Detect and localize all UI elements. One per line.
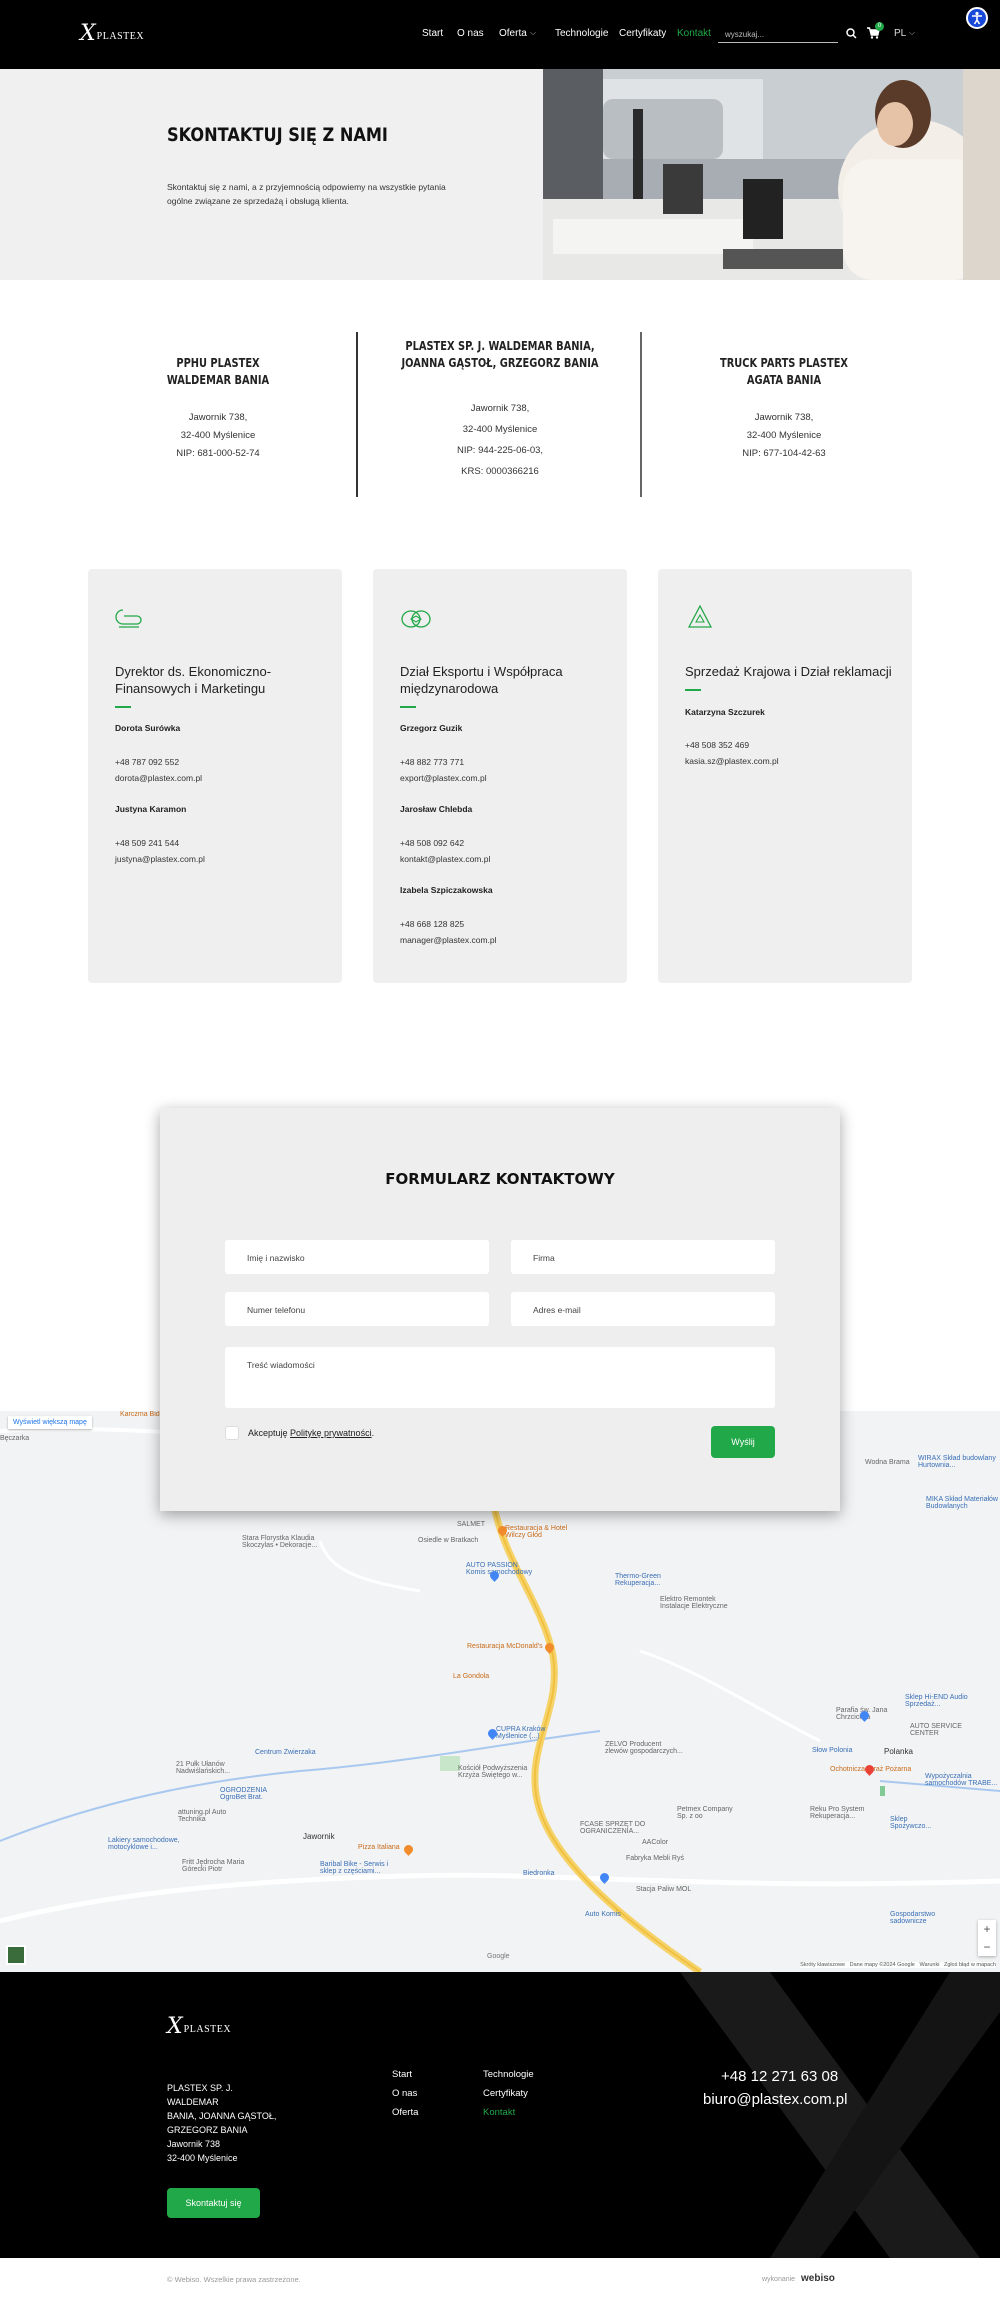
hero-section xyxy=(0,69,543,280)
contact-phone[interactable]: +48 787 092 552 xyxy=(115,757,179,767)
footer-phone[interactable]: +48 12 271 63 08 xyxy=(721,2068,838,2085)
hero-photo xyxy=(543,69,1000,280)
nav-oferta[interactable]: Oferta xyxy=(499,28,527,39)
accessibility-icon[interactable] xyxy=(966,7,988,29)
contact-name: Izabela Szpiczakowska xyxy=(400,885,493,895)
footer-email[interactable]: biuro@plastex.com.pl xyxy=(703,2091,847,2108)
made-by-label: wykonanie xyxy=(762,2276,796,2283)
footer-nav-technologie[interactable]: Technologie xyxy=(483,2069,534,2080)
contact-email[interactable]: kontakt@plastex.com.pl xyxy=(400,854,490,864)
footer-logo[interactable]: X PLASTEX xyxy=(167,2016,231,2038)
company-plastex-spj: PLASTEX SP. J. WALDEMAR BANIA, JOANNA GĄ… xyxy=(401,339,599,477)
footer-nav-certyfikaty[interactable]: Certyfikaty xyxy=(483,2088,528,2099)
map-satellite-toggle[interactable] xyxy=(6,1945,26,1965)
map-attribution: Skróty klawiszowe Dane mapy ©2024 Google… xyxy=(800,1962,996,1968)
contact-phone[interactable]: +48 882 773 771 xyxy=(400,757,464,767)
webiso-logo[interactable]: webiso xyxy=(801,2273,835,2284)
submit-button[interactable]: Wyślij xyxy=(711,1426,775,1458)
contact-cta-button[interactable]: Skontaktuj się xyxy=(167,2188,260,2218)
footer-x-watermark xyxy=(680,1972,1000,2258)
message-textarea[interactable]: Treść wiadomości xyxy=(225,1347,775,1408)
department-card-export: Dział Eksportu i Współpraca międzynarodow… xyxy=(373,569,627,983)
logo[interactable]: X PLASTEX xyxy=(80,23,144,45)
larger-map-link[interactable]: Wyświetl większą mapę xyxy=(8,1416,92,1429)
chevron-down-icon[interactable]: ⌵ xyxy=(530,28,536,38)
search-input[interactable]: wyszukaj... xyxy=(718,24,838,43)
contact-name: Jarosław Chlebda xyxy=(400,804,473,814)
handshake-icon xyxy=(401,610,431,628)
footer-nav-o-nas[interactable]: O nas xyxy=(392,2088,417,2099)
nav-o-nas[interactable]: O nas xyxy=(457,28,484,39)
title-underline xyxy=(400,706,416,708)
nav-start[interactable]: Start xyxy=(422,28,443,39)
site-footer: X PLASTEX PLASTEX SP. J. WALDEMAR BANIA, J… xyxy=(0,1972,1000,2258)
company-truck-parts: TRUCK PARTS PLASTEX AGATA BANIA Jawornik… xyxy=(719,356,849,459)
nav-technologie[interactable]: Technologie xyxy=(555,28,608,39)
company-pphu-plastex: PPHU PLASTEX WALDEMAR BANIA Jawornik 738… xyxy=(166,356,270,459)
footer-nav-kontakt[interactable]: Kontakt xyxy=(483,2107,515,2118)
contact-phone[interactable]: +48 508 352 469 xyxy=(685,740,749,750)
footer-address: PLASTEX SP. J. WALDEMAR BANIA, JOANNA GĄS… xyxy=(167,2083,277,2163)
email-input[interactable]: Adres e-mail xyxy=(511,1292,775,1326)
department-title: Sprzedaż Krajowa i Dział reklamacji xyxy=(685,664,892,679)
name-input[interactable]: Imię i nazwisko xyxy=(225,1240,489,1274)
contact-email[interactable]: justyna@plastex.com.pl xyxy=(115,854,205,864)
contact-name: Grzegorz Guzik xyxy=(400,723,463,733)
hero-description: Skontaktuj się z nami, a z przyjemnością… xyxy=(167,182,446,206)
coin-icon xyxy=(115,609,142,628)
nav-kontakt[interactable]: Kontakt xyxy=(677,28,711,39)
privacy-policy-link[interactable]: Politykę prywatności xyxy=(290,1428,372,1438)
lang-chevron-down-icon[interactable]: ⌵ xyxy=(909,28,915,38)
bottom-bar: © Webiso. Wszelkie prawa zastrzeżone. wy… xyxy=(0,2258,1000,2303)
contact-form: FORMULARZ KONTAKTOWY Imię i nazwisko Fir… xyxy=(160,1108,840,1511)
department-title: Dyrektor ds. Ekonomiczno- Finansowych i M… xyxy=(115,664,272,696)
title-underline xyxy=(685,689,701,691)
footer-nav-oferta[interactable]: Oferta xyxy=(392,2107,418,2118)
recycle-icon xyxy=(687,604,713,628)
contact-email[interactable]: manager@plastex.com.pl xyxy=(400,935,497,945)
contact-email[interactable]: kasia.sz@plastex.com.pl xyxy=(685,756,779,766)
contact-email[interactable]: dorota@plastex.com.pl xyxy=(115,773,202,783)
contact-name: Justyna Karamon xyxy=(115,804,187,814)
phone-input[interactable]: Numer telefonu xyxy=(225,1292,489,1326)
title-underline xyxy=(115,706,131,708)
site-header: X PLASTEX Start O nas Oferta ⌵ Technologi… xyxy=(0,0,1000,69)
company-input[interactable]: Firma xyxy=(511,1240,775,1274)
footer-nav-start[interactable]: Start xyxy=(392,2069,412,2080)
contact-phone[interactable]: +48 668 128 825 xyxy=(400,919,464,929)
contact-phone[interactable]: +48 508 092 642 xyxy=(400,838,464,848)
privacy-label: Akceptuję Politykę prywatności. xyxy=(248,1428,375,1438)
language-selector[interactable]: PL xyxy=(894,28,906,39)
contact-name: Dorota Surówka xyxy=(115,723,181,733)
privacy-checkbox[interactable] xyxy=(225,1426,239,1440)
department-card-finance: Dyrektor ds. Ekonomiczno- Finansowych i M… xyxy=(88,569,342,983)
contact-phone[interactable]: +48 509 241 544 xyxy=(115,838,179,848)
copyright: © Webiso. Wszelkie prawa zastrzeżone. xyxy=(167,2275,301,2284)
contact-email[interactable]: export@plastex.com.pl xyxy=(400,773,487,783)
nav-certyfikaty[interactable]: Certyfikaty xyxy=(619,28,666,39)
department-title: Dział Eksportu i Współpraca międzynarodow… xyxy=(400,664,563,696)
map-zoom-control[interactable]: + − xyxy=(978,1920,996,1956)
form-title: FORMULARZ KONTAKTOWY xyxy=(385,1170,615,1188)
department-card-sales: Sprzedaż Krajowa i Dział reklamacji Kata… xyxy=(658,569,912,983)
google-logo: Google xyxy=(487,1953,510,1960)
cart-count-badge: 0 xyxy=(875,22,884,31)
search-icon[interactable] xyxy=(846,28,857,39)
page-title: SKONTAKTUJ SIĘ Z NAMI xyxy=(167,124,388,146)
contact-name: Katarzyna Szczurek xyxy=(685,707,765,717)
